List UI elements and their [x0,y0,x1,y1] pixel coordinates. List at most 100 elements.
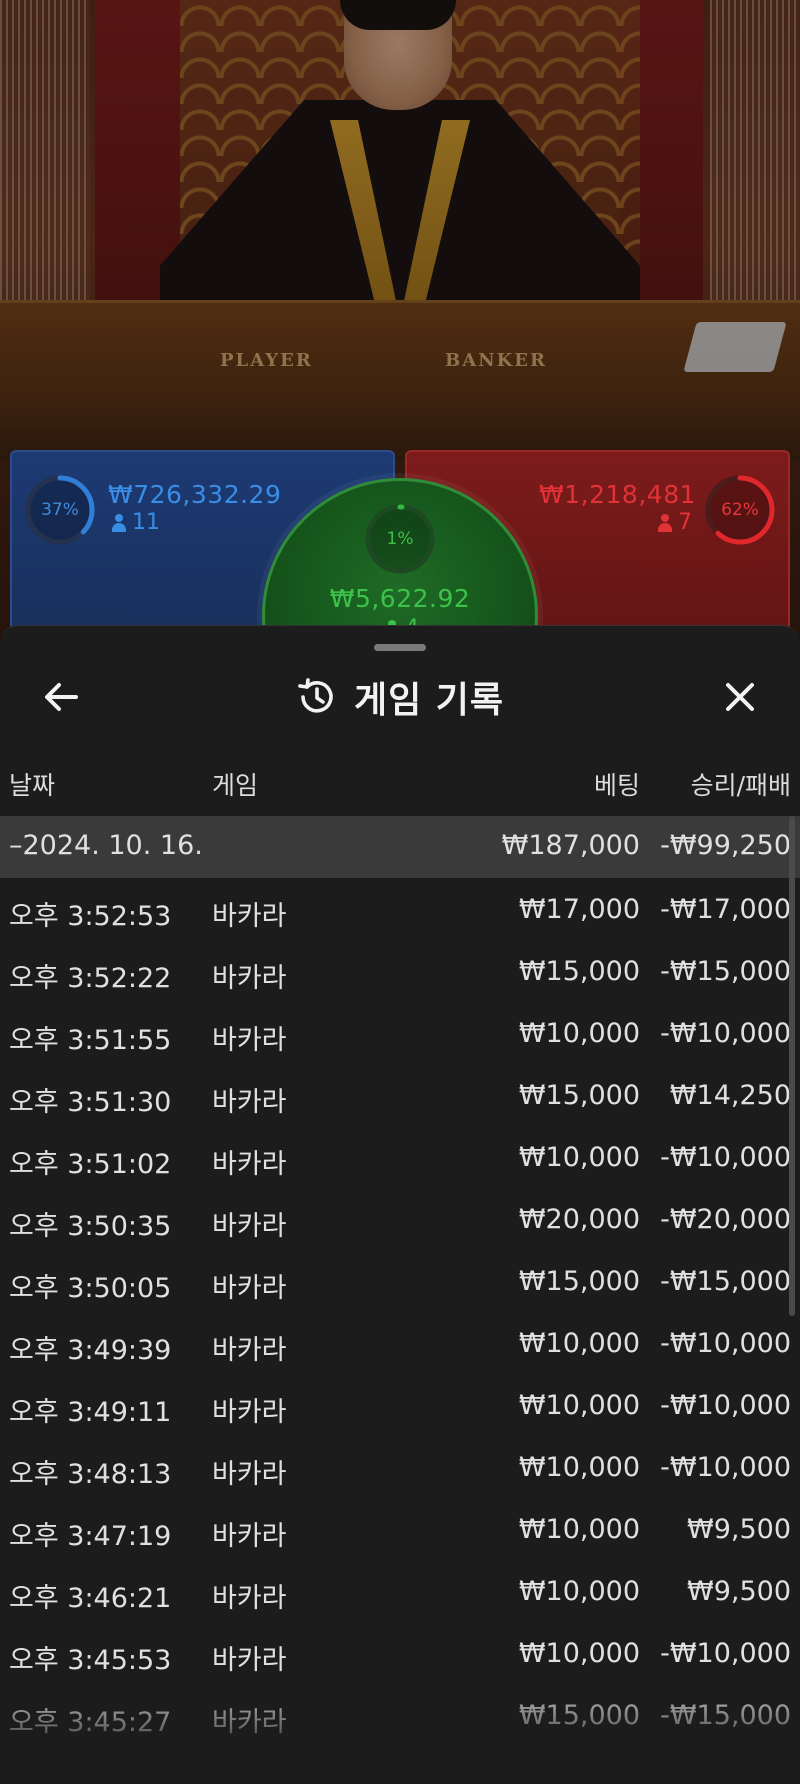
person-icon [658,513,672,532]
row-winloss: ₩9,500 [687,1514,791,1545]
banker-percent: 62% [721,500,759,520]
banker-total-amount: ₩1,218,481 [539,480,696,509]
tie-percent-ring: 1% [364,503,436,575]
row-time: 오후 3:49:11 [9,1397,172,1428]
row-game: 바카라 [212,1459,287,1490]
row-bet: ₩10,000 [518,1142,640,1173]
row-game: 바카라 [212,1273,287,1304]
history-row[interactable]: 오후 3:47:19 바카라 ₩10,000 ₩9,500 [0,1500,800,1562]
history-row[interactable]: 오후 3:48:13 바카라 ₩10,000 -₩10,000 [0,1438,800,1500]
row-game: 바카라 [212,1211,287,1242]
row-bet: ₩10,000 [518,1328,640,1359]
group-date: –2024. 10. 16. [9,830,203,861]
history-row[interactable]: 오후 3:50:05 바카라 ₩15,000 -₩15,000 [0,1252,800,1314]
history-clock-icon [298,678,333,713]
row-winloss: ₩9,500 [687,1576,791,1607]
row-winloss: -₩20,000 [660,1204,791,1235]
table-header: 날짜 게임 베팅 승리/패배 [0,766,800,816]
row-winloss: ₩14,250 [669,1080,791,1111]
history-row[interactable]: 오후 3:52:53 바카라 ₩17,000 -₩17,000 [0,880,800,942]
person-icon [112,513,126,532]
row-game: 바카라 [212,1521,287,1552]
history-row[interactable]: 오후 3:45:27 바카라 ₩15,000 -₩15,000 [0,1686,800,1748]
row-time: 오후 3:49:39 [9,1335,172,1366]
history-row[interactable]: 오후 3:49:11 바카라 ₩10,000 -₩10,000 [0,1376,800,1438]
row-game: 바카라 [212,1087,287,1118]
banker-percent-ring: 62% [704,474,776,546]
row-bet: ₩10,000 [518,1514,640,1545]
row-game: 바카라 [212,901,287,932]
row-game: 바카라 [212,1583,287,1614]
sheet-drag-handle[interactable] [374,644,426,651]
row-game: 바카라 [212,1149,287,1180]
row-time: 오후 3:47:19 [9,1521,172,1552]
history-row[interactable]: 오후 3:49:39 바카라 ₩10,000 -₩10,000 [0,1314,800,1376]
row-game: 바카라 [212,963,287,994]
game-history-sheet: 게임 기록 날짜 게임 베팅 승리/패배 –2024. 10. 16. ₩187… [0,625,800,1784]
history-row[interactable]: 오후 3:46:21 바카라 ₩10,000 ₩9,500 [0,1562,800,1624]
history-row[interactable]: 오후 3:52:22 바카라 ₩15,000 -₩15,000 [0,942,800,1004]
tie-total-amount: ₩5,622.92 [329,584,471,613]
row-game: 바카라 [212,1645,287,1676]
row-winloss: -₩15,000 [660,1266,791,1297]
row-time: 오후 3:45:27 [9,1707,172,1738]
column-header-bet[interactable]: 베팅 [594,766,640,802]
row-winloss: -₩15,000 [660,1700,791,1731]
column-header-winloss[interactable]: 승리/패배 [691,766,791,802]
history-table-body[interactable]: –2024. 10. 16. ₩187,000 -₩99,250 오후 3:52… [0,816,800,1784]
column-header-game[interactable]: 게임 [212,766,258,802]
row-winloss: -₩10,000 [660,1638,791,1669]
row-game: 바카라 [212,1707,287,1738]
row-bet: ₩20,000 [518,1204,640,1235]
row-winloss: -₩10,000 [660,1452,791,1483]
row-bet: ₩10,000 [518,1638,640,1669]
banker-bettor-count: 7 [658,510,692,535]
row-game: 바카라 [212,1397,287,1428]
row-winloss: -₩17,000 [660,894,791,925]
row-time: 오후 3:51:02 [9,1149,172,1180]
row-time: 오후 3:52:53 [9,901,172,932]
row-winloss: -₩10,000 [660,1390,791,1421]
history-row[interactable]: 오후 3:51:55 바카라 ₩10,000 -₩10,000 [0,1004,800,1066]
history-row[interactable]: 오후 3:51:30 바카라 ₩15,000 ₩14,250 [0,1066,800,1128]
row-bet: ₩10,000 [518,1576,640,1607]
sheet-title: 게임 기록 [353,680,504,721]
row-bet: ₩10,000 [518,1390,640,1421]
group-bet-total: ₩187,000 [501,830,640,861]
row-time: 오후 3:51:55 [9,1025,172,1056]
row-winloss: -₩10,000 [660,1018,791,1049]
player-percent-ring: 37% [24,474,96,546]
row-bet: ₩17,000 [518,894,640,925]
row-game: 바카라 [212,1335,287,1366]
player-percent: 37% [41,500,79,520]
player-bettor-count: 11 [112,510,160,535]
history-row[interactable]: 오후 3:45:53 바카라 ₩10,000 -₩10,000 [0,1624,800,1686]
app-root: PLAYER BANKER 37% ₩726,332.29 11 ₩1,218,… [0,0,800,1784]
date-group-row[interactable]: –2024. 10. 16. ₩187,000 -₩99,250 [0,816,800,878]
row-winloss: -₩10,000 [660,1328,791,1359]
row-time: 오후 3:52:22 [9,963,172,994]
history-row[interactable]: 오후 3:50:35 바카라 ₩20,000 -₩20,000 [0,1190,800,1252]
row-bet: ₩15,000 [518,1266,640,1297]
history-row[interactable]: 오후 3:51:02 바카라 ₩10,000 -₩10,000 [0,1128,800,1190]
row-time: 오후 3:50:05 [9,1273,172,1304]
row-time: 오후 3:46:21 [9,1583,172,1614]
row-bet: ₩15,000 [518,956,640,987]
row-time: 오후 3:51:30 [9,1087,172,1118]
scrollbar[interactable] [789,816,795,1316]
player-count-value: 11 [132,510,160,535]
close-icon [726,683,754,711]
close-button[interactable] [715,672,765,722]
row-winloss: -₩15,000 [660,956,791,987]
banker-count-value: 7 [678,510,692,535]
row-time: 오후 3:48:13 [9,1459,172,1490]
player-total-amount: ₩726,332.29 [108,480,282,509]
group-winloss-total: -₩99,250 [660,830,791,861]
column-header-date[interactable]: 날짜 [9,766,55,802]
tie-percent: 1% [386,529,414,549]
row-bet: ₩10,000 [518,1452,640,1483]
row-bet: ₩15,000 [518,1700,640,1731]
row-winloss: -₩10,000 [660,1142,791,1173]
row-game: 바카라 [212,1025,287,1056]
row-bet: ₩15,000 [518,1080,640,1111]
